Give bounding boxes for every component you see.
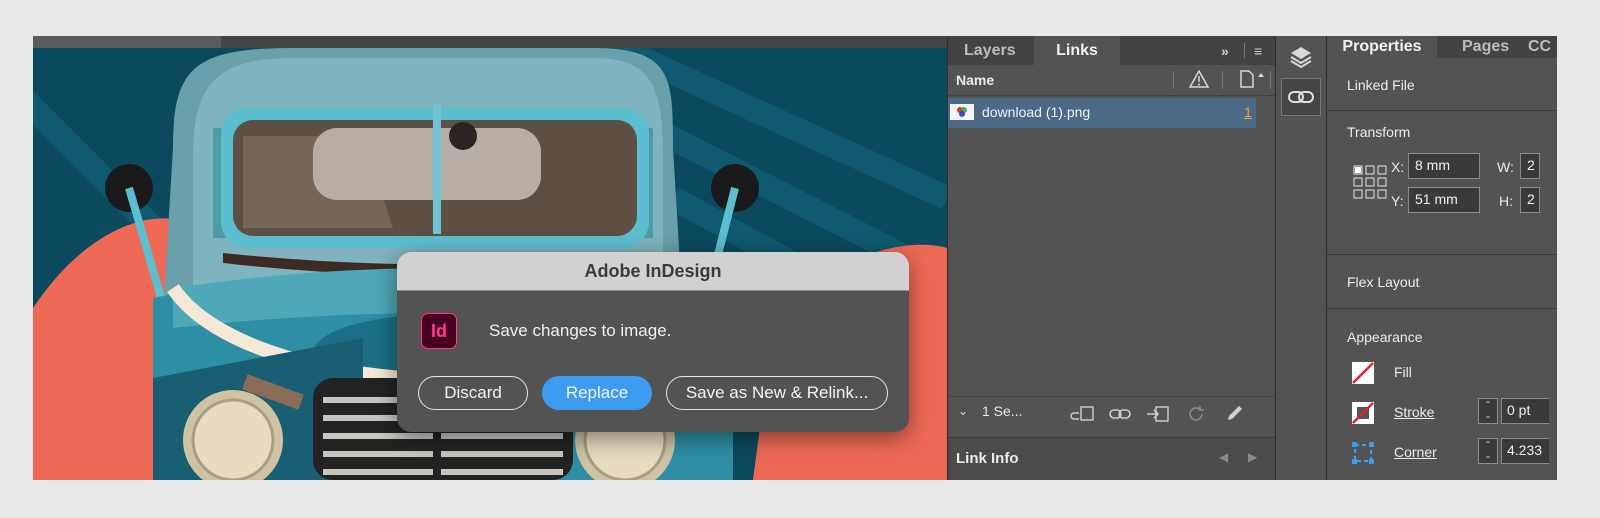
- links-toolbar: ⌄ 1 Se...: [948, 396, 1276, 429]
- links-icon[interactable]: [1281, 78, 1321, 116]
- properties-panel: Properties Pages CC Linked File Transfor…: [1326, 36, 1557, 480]
- discard-button[interactable]: Discard: [418, 376, 528, 410]
- replace-button[interactable]: Replace: [542, 376, 652, 410]
- warning-icon[interactable]: [1189, 70, 1209, 88]
- tab-pages[interactable]: Pages: [1462, 36, 1509, 58]
- tab-properties[interactable]: Properties: [1327, 36, 1437, 58]
- stroke-label[interactable]: Stroke: [1394, 404, 1434, 420]
- appearance-section-title: Appearance: [1347, 329, 1423, 345]
- link-file-name: download (1).png: [982, 104, 1091, 120]
- links-panel: Layers Links » ≡ Name download (1).png 1…: [947, 36, 1276, 480]
- dialog-title: Adobe InDesign: [584, 260, 722, 281]
- panel-icon-strip: [1275, 36, 1327, 480]
- document-canvas[interactable]: Adobe InDesign Id Save changes to image.…: [33, 36, 947, 480]
- tab-layers[interactable]: Layers: [964, 36, 1016, 65]
- edit-original-icon[interactable]: [1225, 405, 1245, 423]
- next-link-icon[interactable]: ▶: [1248, 450, 1257, 464]
- layers-icon[interactable]: [1281, 38, 1321, 76]
- page-column-icon[interactable]: [1238, 69, 1266, 89]
- go-to-link-icon[interactable]: [1146, 405, 1170, 423]
- links-panel-tabbar: Layers Links » ≡: [948, 36, 1276, 65]
- indesign-app-icon: Id: [421, 313, 457, 349]
- link-info-bar: Link Info ◀ ▶: [948, 437, 1276, 480]
- save-changes-dialog: Adobe InDesign Id Save changes to image.…: [397, 252, 909, 432]
- height-field[interactable]: 2: [1520, 187, 1540, 213]
- stroke-swatch-icon[interactable]: [1351, 401, 1375, 425]
- update-link-icon[interactable]: [1186, 405, 1206, 423]
- link-info-title[interactable]: Link Info: [956, 450, 1019, 467]
- selection-count: 1 Se...: [982, 403, 1023, 419]
- properties-tabbar: Properties Pages CC: [1327, 36, 1557, 58]
- column-name-header[interactable]: Name: [956, 72, 994, 88]
- corner-size-stepper[interactable]: ⌃ ⌄: [1478, 438, 1498, 464]
- relink-cc-icon[interactable]: [1069, 405, 1095, 423]
- corner-label[interactable]: Corner: [1394, 444, 1437, 460]
- x-label: X:: [1391, 159, 1405, 175]
- linked-file-section-title[interactable]: Linked File: [1347, 77, 1415, 93]
- save-as-new-and-relink-button[interactable]: Save as New & Relink...: [666, 376, 888, 410]
- indesign-window: Adobe InDesign Id Save changes to image.…: [33, 36, 1557, 480]
- link-thumbnail: [950, 104, 974, 120]
- chevron-down-icon[interactable]: ⌄: [958, 404, 968, 418]
- dialog-titlebar[interactable]: Adobe InDesign: [397, 252, 909, 291]
- width-field[interactable]: 2: [1520, 153, 1540, 179]
- reference-point-icon[interactable]: [1353, 164, 1389, 202]
- stroke-weight-stepper[interactable]: ⌃ ⌄: [1478, 398, 1498, 424]
- collapse-panels-icon[interactable]: »: [1221, 36, 1229, 65]
- tab-cc-libraries[interactable]: CC: [1528, 36, 1551, 58]
- w-label: W:: [1497, 159, 1514, 175]
- links-column-header: Name: [948, 65, 1276, 96]
- canvas-ruler-bar: [33, 36, 947, 48]
- corner-options-icon[interactable]: [1351, 441, 1375, 465]
- corner-size-field[interactable]: 4.233: [1501, 438, 1549, 464]
- flex-layout-section-title[interactable]: Flex Layout: [1347, 274, 1419, 290]
- dialog-message: Save changes to image.: [489, 321, 672, 340]
- link-row[interactable]: download (1).png 1: [948, 98, 1256, 128]
- transform-section-title: Transform: [1347, 124, 1411, 140]
- link-page-number[interactable]: 1: [1244, 104, 1252, 120]
- x-position-field[interactable]: 8 mm: [1408, 153, 1480, 179]
- fill-label: Fill: [1394, 364, 1412, 380]
- relink-icon[interactable]: [1108, 405, 1132, 423]
- y-position-field[interactable]: 51 mm: [1408, 187, 1480, 213]
- y-label: Y:: [1391, 193, 1404, 209]
- tab-links[interactable]: Links: [1034, 36, 1120, 65]
- previous-link-icon[interactable]: ◀: [1219, 450, 1228, 464]
- stroke-weight-field[interactable]: 0 pt: [1501, 398, 1549, 424]
- fill-none-swatch-icon[interactable]: [1351, 361, 1375, 385]
- panel-menu-icon[interactable]: ≡: [1254, 36, 1262, 65]
- h-label: H:: [1499, 193, 1513, 209]
